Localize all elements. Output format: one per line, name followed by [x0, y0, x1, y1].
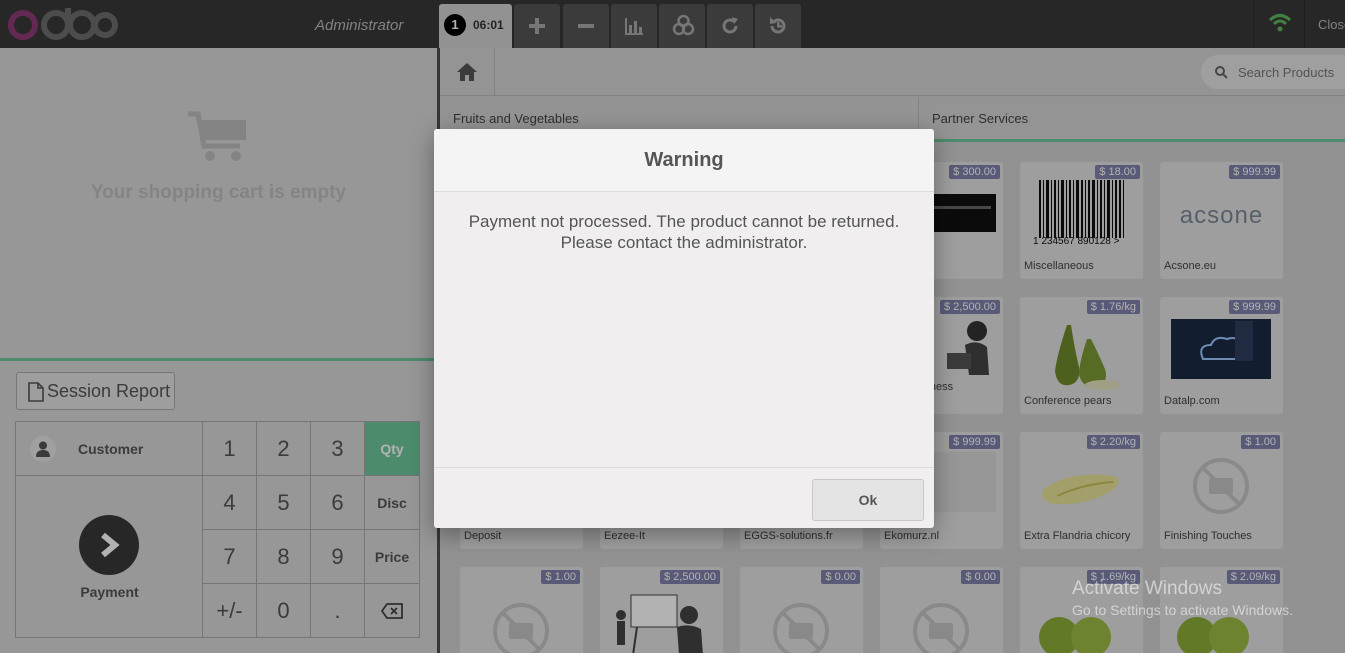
- warning-dialog: Warning Payment not processed. The produ…: [434, 129, 934, 528]
- dialog-message-line2: Please contact the administrator.: [560, 233, 808, 252]
- dialog-title: Warning: [434, 129, 934, 192]
- dialog-message: Payment not processed. The product canno…: [434, 211, 934, 253]
- dialog-footer: Ok: [434, 467, 934, 528]
- dialog-message-line1: Payment not processed. The product canno…: [468, 212, 900, 231]
- ok-button[interactable]: Ok: [812, 479, 924, 521]
